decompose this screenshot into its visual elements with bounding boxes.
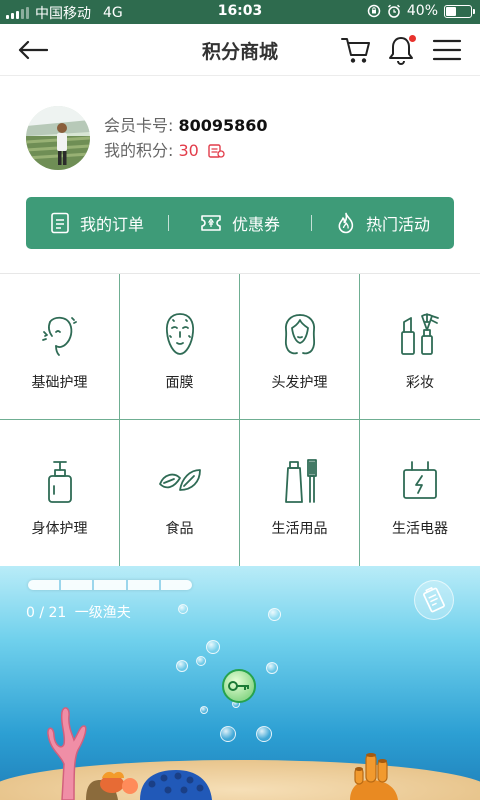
category-food[interactable]: 食品 <box>120 420 240 566</box>
points-value: 30 <box>178 141 199 160</box>
face-mask-icon <box>165 313 194 355</box>
category-hair-care[interactable]: 头发护理 <box>240 274 360 420</box>
bubble <box>206 640 220 654</box>
hot-events-button[interactable]: 热门活动 <box>312 211 454 235</box>
my-orders-button[interactable]: 我的订单 <box>26 211 168 235</box>
level-progress-bar <box>28 580 192 590</box>
category-label: 基础护理 <box>31 375 88 391</box>
bubble <box>220 726 236 742</box>
flame-icon <box>338 212 354 234</box>
appliance-icon <box>403 461 437 499</box>
fishing-game-panel[interactable]: 0 / 21 一级渔夫 <box>0 566 480 800</box>
category-daily-goods[interactable]: 生活用品 <box>240 420 360 566</box>
key-icon <box>228 681 249 691</box>
task-list-button[interactable] <box>414 580 454 620</box>
menu-button[interactable] <box>430 34 464 66</box>
clipboard-icon <box>423 587 445 613</box>
battery-percent: 40% <box>406 3 438 19</box>
category-label: 彩妆 <box>406 375 434 391</box>
category-basic-care[interactable]: 基础护理 <box>0 274 120 420</box>
card-number: 80095860 <box>178 116 268 135</box>
coupon-icon <box>201 215 221 231</box>
toothbrush-icon <box>284 459 317 503</box>
points-label: 我的积分: <box>104 141 174 160</box>
coupons-button[interactable]: 优惠券 <box>169 211 311 235</box>
points-ticket-icon <box>208 144 225 158</box>
category-face-mask[interactable]: 面膜 <box>120 274 240 420</box>
hair-care-icon <box>284 314 315 355</box>
bubble <box>178 604 188 614</box>
bubble <box>266 662 278 674</box>
rotation-lock-icon <box>367 4 381 18</box>
category-label: 生活用品 <box>271 521 328 537</box>
category-makeup[interactable]: 彩妆 <box>360 274 480 420</box>
nav-bar: 积分商城 <box>0 24 480 76</box>
pump-bottle-icon <box>47 461 72 503</box>
category-grid: 基础护理 面膜 头发护理 彩妆 身体护理 食品 生活用品 生活电器 <box>0 274 480 566</box>
bubble <box>268 608 281 621</box>
leaf-icon <box>158 469 201 491</box>
category-label: 头发护理 <box>271 375 328 391</box>
coral-decoration <box>47 707 212 800</box>
document-icon <box>51 212 69 234</box>
category-label: 食品 <box>165 521 194 537</box>
level-name: 一级渔夫 <box>74 605 131 621</box>
status-bar: 中国移动 4G 16:03 40% <box>0 0 480 24</box>
alarm-icon <box>387 4 400 18</box>
progress-count: 0 / 21 <box>26 605 67 621</box>
notification-dot <box>409 35 416 42</box>
cart-icon <box>341 38 370 63</box>
category-label: 身体护理 <box>31 521 88 537</box>
battery-icon <box>444 4 475 18</box>
my-orders-label: 我的订单 <box>79 215 144 234</box>
category-label: 生活电器 <box>392 521 448 537</box>
avatar[interactable] <box>26 106 90 170</box>
notification-button[interactable] <box>384 34 418 66</box>
face-care-icon <box>41 316 77 356</box>
key-bubble[interactable] <box>222 669 256 703</box>
cart-button[interactable] <box>339 34 373 66</box>
card-number-label: 会员卡号: <box>104 116 174 135</box>
menu-icon <box>432 39 462 61</box>
category-label: 面膜 <box>165 375 194 391</box>
member-profile: 会员卡号: 80095860 我的积分: 30 <box>26 106 268 170</box>
category-body-care[interactable]: 身体护理 <box>0 420 120 566</box>
quick-actions-bar: 我的订单 优惠券 热门活动 <box>26 197 454 249</box>
bubble <box>176 660 188 672</box>
coral-decoration <box>350 753 398 800</box>
level-status: 0 / 21 一级渔夫 <box>26 602 131 622</box>
makeup-icon <box>401 313 439 355</box>
bubble <box>196 656 206 666</box>
coupons-label: 优惠券 <box>231 215 280 234</box>
hot-events-label: 热门活动 <box>365 215 430 234</box>
category-appliances[interactable]: 生活电器 <box>360 420 480 566</box>
bubble <box>256 726 272 742</box>
